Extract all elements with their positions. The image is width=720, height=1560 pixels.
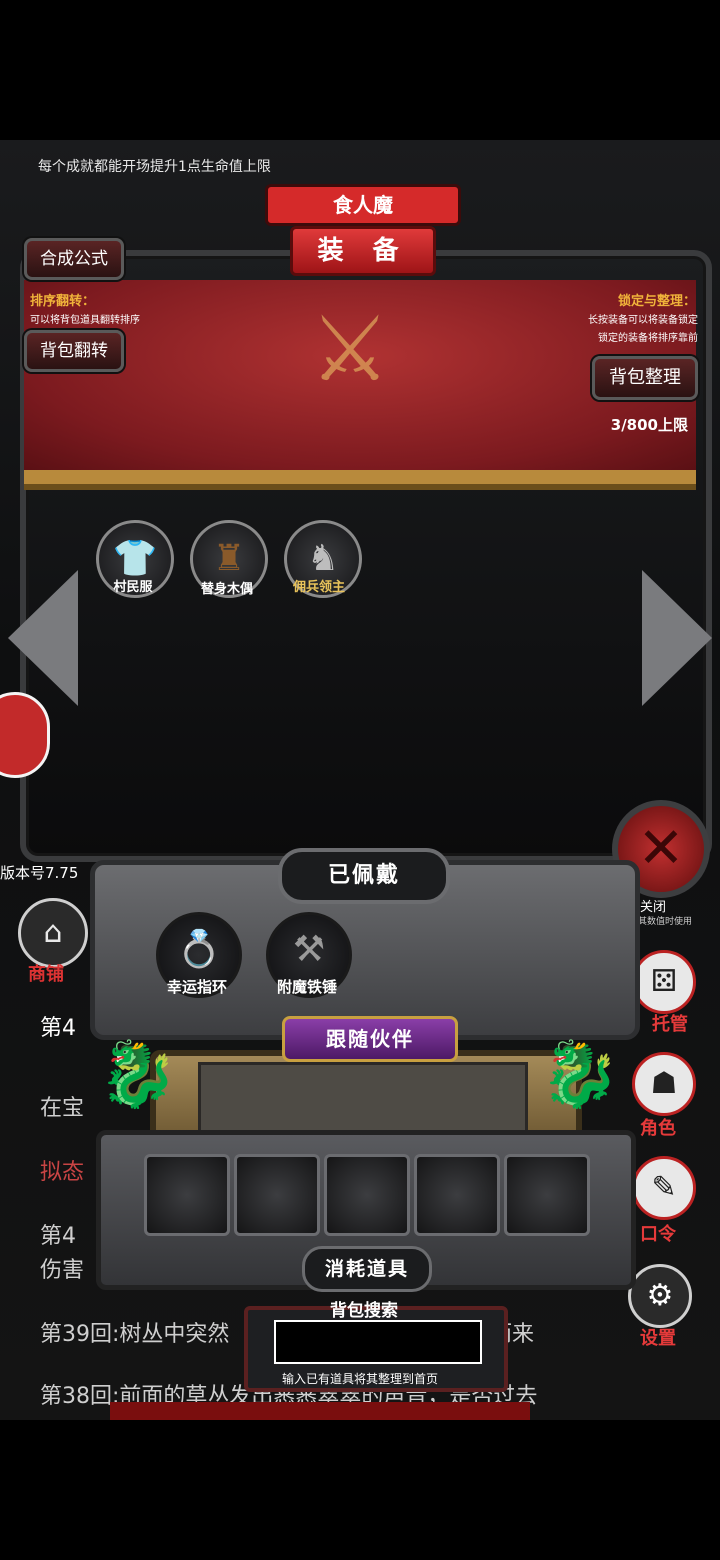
achievement-hint: 每个成就都能开场提升1点生命值上限	[38, 159, 271, 175]
prev-page-arrow-icon[interactable]	[8, 570, 78, 706]
dragon-statue-icon: 🐉	[540, 1038, 620, 1112]
close-label: 关闭	[640, 900, 667, 915]
dragon-statue-icon: 🐉	[98, 1038, 178, 1112]
log-line: 第39回:树丛中突然	[40, 1322, 230, 1347]
lock-desc-2: 锁定的装备将排序靠前	[598, 333, 698, 344]
equipped-title: 已佩戴	[278, 848, 450, 904]
ring-icon: 💍	[176, 929, 222, 970]
bottom-red-bar	[110, 1402, 530, 1420]
scroll-icon[interactable]: ✎	[632, 1156, 696, 1220]
next-page-arrow-icon[interactable]	[642, 570, 712, 706]
sort-flip-title: 排序翻转：	[30, 294, 96, 309]
log-line: 在宝	[40, 1096, 85, 1121]
role-label: 角色	[640, 1118, 676, 1139]
equipped-label: 附魔铁锤	[276, 978, 337, 996]
equipped-label: 幸运指环	[166, 978, 227, 996]
companion-slot[interactable]	[198, 1062, 528, 1134]
bag-search-title: 背包搜索	[330, 1301, 398, 1321]
lock-desc-1: 长按装备可以将装备锁定	[588, 315, 698, 326]
panel-title: 装 备	[290, 226, 436, 276]
lock-sort-title: 锁定与整理：	[617, 294, 696, 309]
log-line: 第4	[40, 1224, 76, 1249]
sort-bag-button[interactable]: 背包整理	[592, 356, 698, 400]
version-label: 版本号7.75	[0, 864, 79, 882]
settings-label: 设置	[640, 1328, 676, 1349]
log-line: 拟态	[40, 1160, 85, 1185]
flip-bag-button[interactable]: 背包翻转	[24, 330, 124, 372]
bag-capacity: 3/800上限	[610, 416, 688, 434]
bag-search-input[interactable]	[274, 1320, 482, 1364]
hooded-figure-icon[interactable]: ☗	[632, 1052, 696, 1116]
consumables-title: 消耗道具	[302, 1246, 432, 1292]
shop-label: 商铺	[28, 964, 64, 985]
consumable-slot[interactable]	[144, 1154, 230, 1236]
consumable-slot[interactable]	[414, 1154, 500, 1236]
bottom-nav-area	[0, 1420, 720, 1560]
item-label: 替身木偶	[200, 582, 253, 597]
auto-play-label: 托管	[652, 1014, 688, 1035]
monster-name-plate: 食人魔	[265, 184, 461, 226]
code-label: 口令	[640, 1224, 676, 1245]
log-line: 伤害	[40, 1258, 85, 1283]
sort-flip-desc: 可以将背包道具翻转排序	[30, 315, 140, 326]
consumable-slot[interactable]	[234, 1154, 320, 1236]
craft-formula-button[interactable]: 合成公式	[24, 238, 124, 280]
gear-icon[interactable]: ⚙	[628, 1264, 692, 1328]
consumable-slot[interactable]	[324, 1154, 410, 1236]
consumable-slot[interactable]	[504, 1154, 590, 1236]
log-line: 第4	[40, 1016, 76, 1041]
shop-icon[interactable]: ⌂	[18, 898, 88, 968]
hammer-icon: ⚒	[292, 929, 326, 970]
close-sub-label: 其数值时使用	[638, 917, 693, 927]
companion-title: 跟随伙伴	[282, 1016, 458, 1062]
item-label: 村民服	[113, 580, 153, 595]
item-label: 佣兵领主	[292, 580, 345, 595]
crossed-swords-emblem-icon: ⚔	[309, 297, 391, 402]
bag-search-hint: 输入已有道具将其整理到首页	[282, 1372, 439, 1386]
auto-play-dice-icon[interactable]: ⚄	[632, 950, 696, 1014]
top-status-area	[0, 0, 720, 140]
